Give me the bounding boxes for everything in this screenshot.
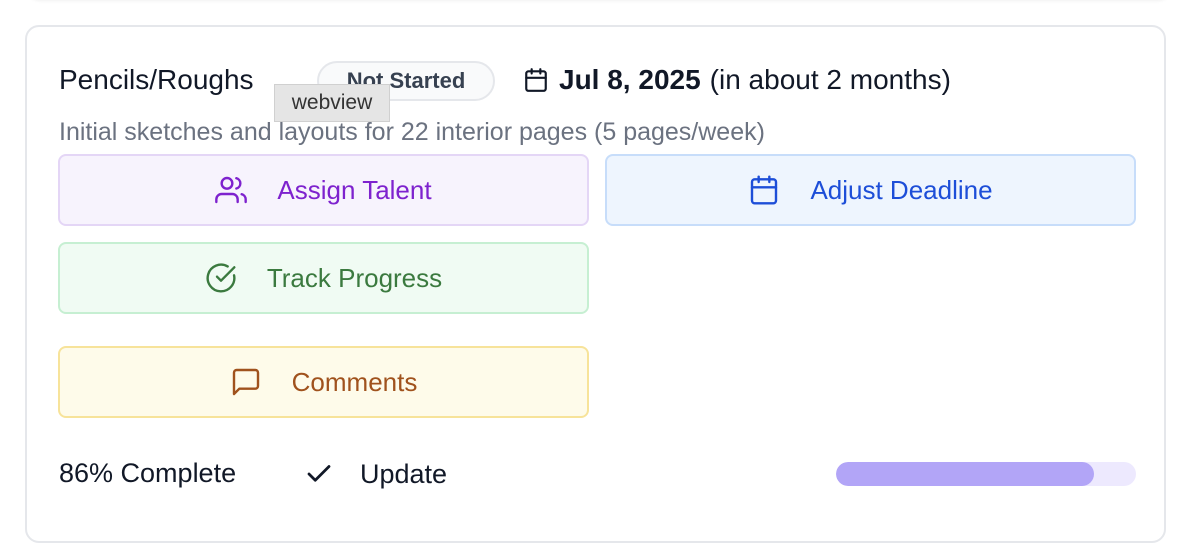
track-progress-label: Track Progress <box>266 262 443 293</box>
track-progress-button[interactable]: Track Progress <box>58 242 589 314</box>
update-button[interactable]: Update <box>304 456 447 492</box>
progress-bar-fill <box>836 462 1094 486</box>
comments-label: Comments <box>291 366 418 397</box>
users-icon <box>215 176 248 204</box>
adjust-deadline-button[interactable]: Adjust Deadline <box>605 154 1136 226</box>
assign-talent-button[interactable]: Assign Talent <box>58 154 589 226</box>
adjust-deadline-label: Adjust Deadline <box>810 174 993 205</box>
task-title: Pencils/Roughs <box>59 64 254 95</box>
due-date: Jul 8, 2025 (in about 2 months) <box>523 64 951 96</box>
comments-button[interactable]: Comments <box>58 346 589 418</box>
progress-bar <box>836 462 1136 486</box>
due-date-relative: (in about 2 months) <box>709 64 951 95</box>
check-icon <box>307 465 331 482</box>
task-description: Initial sketches and layouts for 22 inte… <box>59 118 765 146</box>
check-circle-icon <box>206 263 236 293</box>
due-date-value: Jul 8, 2025 <box>559 64 701 95</box>
update-label: Update <box>360 458 448 489</box>
calendar-icon <box>525 68 547 92</box>
progress-percent-label: 86% Complete <box>59 458 237 488</box>
calendar-icon <box>751 175 778 205</box>
assign-talent-label: Assign Talent <box>277 174 432 205</box>
tooltip: webview <box>274 84 390 122</box>
message-square-icon <box>232 368 259 396</box>
